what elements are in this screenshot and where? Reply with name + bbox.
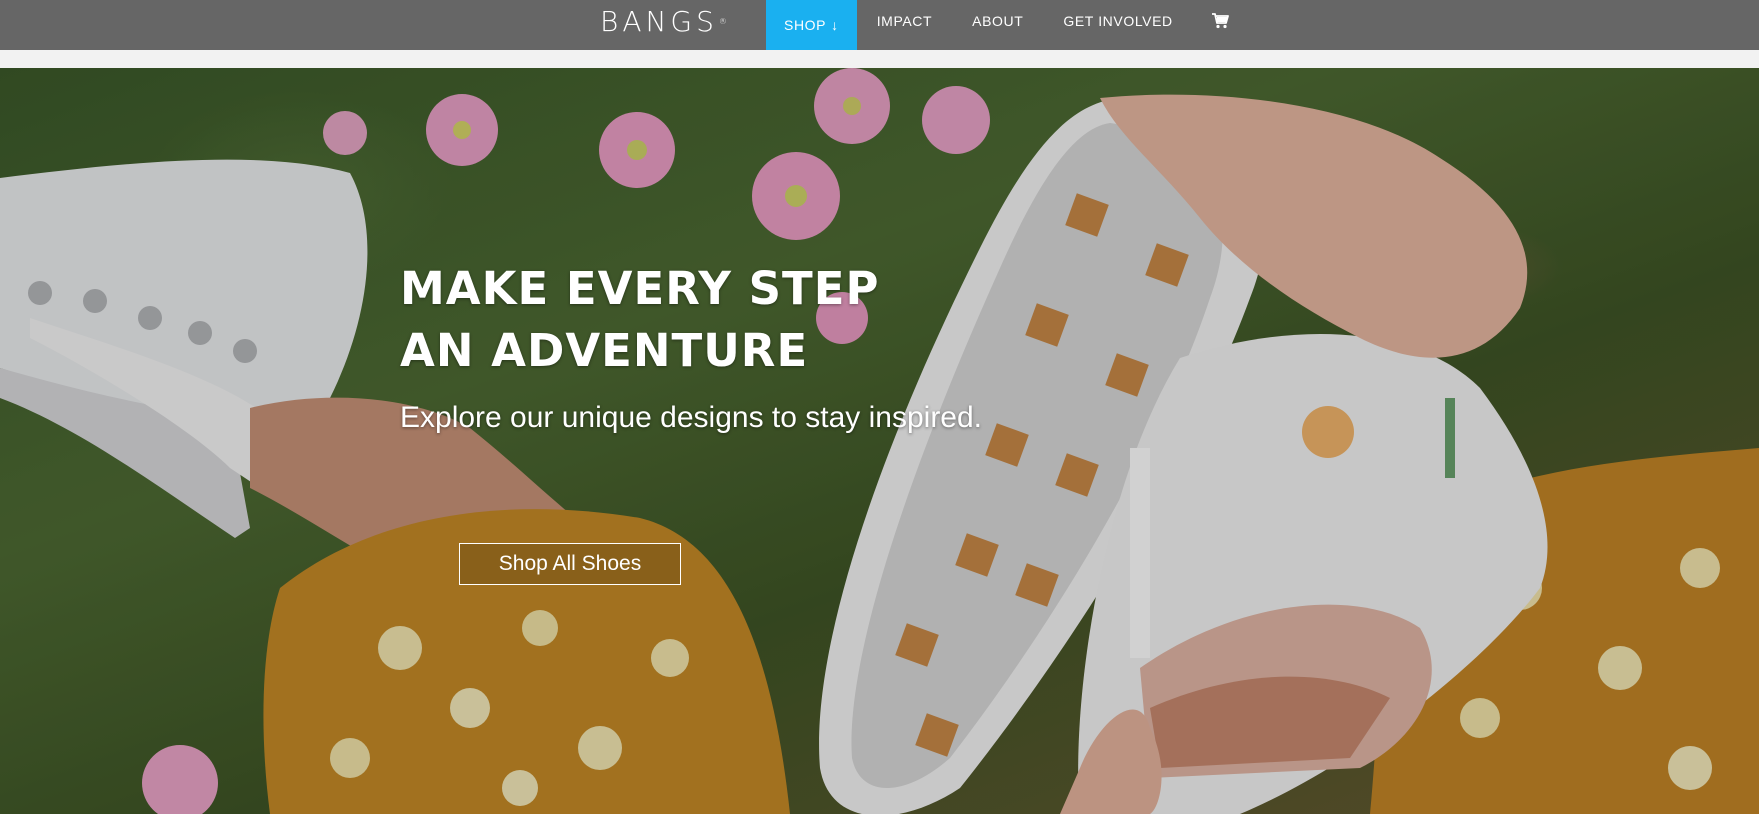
hero-headline: MAKE EVERY STEP AN ADVENTURE	[400, 258, 1100, 382]
nav-item-impact[interactable]: IMPACT	[857, 0, 952, 42]
bangs-logo[interactable]: BANGS ®	[600, 0, 727, 42]
cart-button[interactable]	[1193, 0, 1247, 42]
shop-all-shoes-button[interactable]: Shop All Shoes	[459, 543, 681, 585]
announcement-strip	[0, 50, 1759, 68]
nav-item-get-involved-label: GET INVOLVED	[1063, 13, 1173, 29]
registered-mark: ®	[718, 16, 727, 26]
cart-icon	[1211, 13, 1229, 29]
logo-text: BANGS	[600, 4, 718, 38]
hero-headline-line-2: AN ADVENTURE	[400, 324, 809, 377]
hero-headline-line-1: MAKE EVERY STEP	[400, 262, 880, 315]
main-nav: SHOP ↓ IMPACT ABOUT GET INVOLVED	[766, 0, 1247, 50]
nav-item-about[interactable]: ABOUT	[952, 0, 1043, 42]
nav-item-shop-label: SHOP	[784, 17, 827, 33]
shop-all-shoes-label: Shop All Shoes	[498, 552, 642, 575]
arrow-down-icon: ↓	[831, 17, 839, 33]
hero-content: MAKE EVERY STEP AN ADVENTURE Explore our…	[400, 258, 1100, 585]
nav-item-get-involved[interactable]: GET INVOLVED	[1043, 0, 1192, 42]
nav-item-impact-label: IMPACT	[876, 13, 933, 29]
nav-item-shop[interactable]: SHOP ↓	[766, 0, 857, 50]
hero-subheadline: Explore our unique designs to stay inspi…	[400, 401, 983, 434]
hero-banner: MAKE EVERY STEP AN ADVENTURE Explore our…	[0, 68, 1759, 814]
top-navigation-bar: BANGS ® SHOP ↓ IMPACT ABOUT GET INVOLVED	[0, 0, 1759, 50]
nav-item-about-label: ABOUT	[972, 13, 1024, 29]
hero-overlay	[0, 68, 1759, 814]
